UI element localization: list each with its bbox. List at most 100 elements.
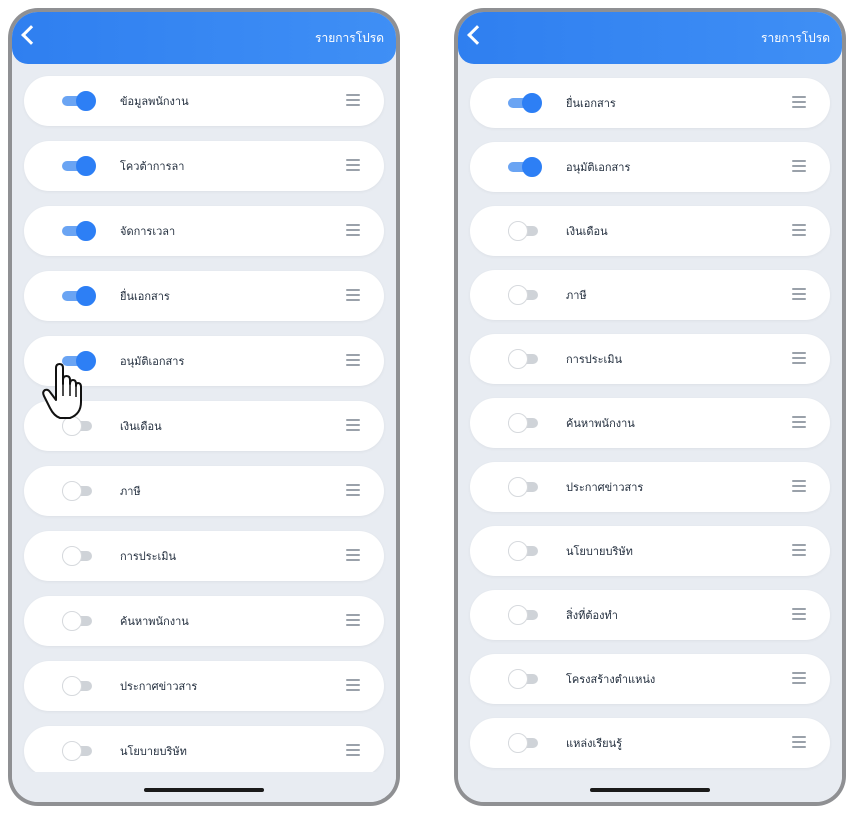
toggle-knob: [76, 91, 96, 111]
list-item[interactable]: โครงสร้างตำแหน่ง: [470, 654, 830, 704]
list-item[interactable]: เงินเดือน: [470, 206, 830, 256]
list-item[interactable]: ภาษี: [24, 466, 384, 516]
favorite-toggle[interactable]: [508, 285, 542, 305]
list-item[interactable]: ประกาศข่าวสาร: [24, 661, 384, 711]
list-item[interactable]: นโยบายบริษัท: [24, 726, 384, 776]
list-item-label: โครงสร้างตำแหน่ง: [566, 673, 656, 686]
drag-handle-icon[interactable]: [792, 672, 806, 684]
list-item-label: อนุมัติเอกสาร: [120, 355, 185, 368]
list-item[interactable]: การประเมิน: [24, 531, 384, 581]
favorite-toggle[interactable]: [62, 741, 96, 761]
toggle-knob: [522, 93, 542, 113]
favorite-toggle[interactable]: [62, 221, 96, 241]
hand-pointer-icon: [42, 363, 82, 419]
toggle-knob: [76, 156, 96, 176]
drag-handle-icon[interactable]: [346, 354, 360, 366]
drag-handle-icon[interactable]: [346, 614, 360, 626]
favorite-toggle[interactable]: [508, 221, 542, 241]
favorite-toggle[interactable]: [62, 91, 96, 111]
toggle-knob: [62, 546, 82, 566]
home-indicator: [144, 788, 264, 792]
chevron-left-icon[interactable]: [21, 25, 41, 45]
favorite-toggle[interactable]: [508, 413, 542, 433]
drag-handle-icon[interactable]: [346, 94, 360, 106]
list-item-label: สิ่งที่ต้องทำ: [566, 609, 618, 622]
drag-handle-icon[interactable]: [346, 224, 360, 236]
drag-handle-icon[interactable]: [792, 544, 806, 556]
app-header: รายการโปรด: [458, 12, 842, 64]
drag-handle-icon[interactable]: [792, 160, 806, 172]
header-title: รายการโปรด: [315, 31, 384, 45]
list-item-label: นโยบายบริษัท: [566, 545, 633, 558]
toggle-knob: [508, 285, 528, 305]
list-item-label: การประเมิน: [566, 353, 623, 366]
favorite-toggle[interactable]: [62, 546, 96, 566]
toggle-knob: [508, 221, 528, 241]
favorite-toggle[interactable]: [508, 93, 542, 113]
favorite-toggle[interactable]: [62, 611, 96, 631]
drag-handle-icon[interactable]: [792, 288, 806, 300]
list-item[interactable]: สิ่งที่ต้องทำ: [470, 590, 830, 640]
favorite-toggle[interactable]: [508, 157, 542, 177]
list-item-label: เงินเดือน: [120, 420, 162, 433]
list-item[interactable]: ยื่นเอกสาร: [24, 271, 384, 321]
drag-handle-icon[interactable]: [346, 159, 360, 171]
drag-handle-icon[interactable]: [792, 96, 806, 108]
favorite-toggle[interactable]: [508, 477, 542, 497]
drag-handle-icon[interactable]: [346, 484, 360, 496]
list-item-label: ประกาศข่าวสาร: [120, 680, 198, 693]
list-item-label: ค้นหาพนักงาน: [566, 417, 635, 430]
drag-handle-icon[interactable]: [792, 416, 806, 428]
favorite-toggle[interactable]: [508, 669, 542, 689]
list-item[interactable]: ยื่นเอกสาร: [470, 78, 830, 128]
favorite-toggle[interactable]: [508, 733, 542, 753]
favorite-toggle[interactable]: [508, 349, 542, 369]
list-item-label: ค้นหาพนักงาน: [120, 615, 189, 628]
drag-handle-icon[interactable]: [792, 608, 806, 620]
favorite-toggle[interactable]: [508, 605, 542, 625]
favorite-toggle[interactable]: [62, 156, 96, 176]
list-item-label: อนุมัติเอกสาร: [566, 161, 631, 174]
drag-handle-icon[interactable]: [346, 679, 360, 691]
favorite-toggle[interactable]: [508, 541, 542, 561]
app-header: รายการโปรด: [12, 12, 396, 64]
list-item[interactable]: โควต้าการลา: [24, 141, 384, 191]
list-item[interactable]: ประกาศข่าวสาร: [470, 462, 830, 512]
list-item[interactable]: นโยบายบริษัท: [470, 526, 830, 576]
drag-handle-icon[interactable]: [346, 549, 360, 561]
list-item-label: นโยบายบริษัท: [120, 745, 187, 758]
toggle-knob: [508, 605, 528, 625]
drag-handle-icon[interactable]: [792, 736, 806, 748]
toggle-knob: [508, 413, 528, 433]
phone-frame-right: ยื่นเอกสารอนุมัติเอกสารเงินเดือนภาษีการป…: [454, 8, 846, 806]
toggle-knob: [76, 286, 96, 306]
list-item[interactable]: ค้นหาพนักงาน: [24, 596, 384, 646]
list-item-label: ภาษี: [566, 289, 587, 302]
list-item[interactable]: ภาษี: [470, 270, 830, 320]
list-item[interactable]: ข้อมูลพนักงาน: [24, 76, 384, 126]
chevron-left-icon[interactable]: [467, 25, 487, 45]
toggle-knob: [62, 741, 82, 761]
drag-handle-icon[interactable]: [792, 352, 806, 364]
list-item[interactable]: อนุมัติเอกสาร: [470, 142, 830, 192]
list-item[interactable]: ค้นหาพนักงาน: [470, 398, 830, 448]
list-item[interactable]: การประเมิน: [470, 334, 830, 384]
toggle-knob: [508, 541, 528, 561]
bottom-bar: [12, 772, 396, 802]
drag-handle-icon[interactable]: [792, 224, 806, 236]
list-item[interactable]: จัดการเวลา: [24, 206, 384, 256]
list-item-label: ยื่นเอกสาร: [120, 290, 170, 303]
list-item-label: เงินเดือน: [566, 225, 608, 238]
drag-handle-icon[interactable]: [346, 419, 360, 431]
drag-handle-icon[interactable]: [792, 480, 806, 492]
favorite-toggle[interactable]: [62, 676, 96, 696]
toggle-knob: [508, 733, 528, 753]
toggle-knob: [76, 221, 96, 241]
favorite-toggle[interactable]: [62, 286, 96, 306]
favorite-toggle[interactable]: [62, 481, 96, 501]
drag-handle-icon[interactable]: [346, 289, 360, 301]
list-item[interactable]: แหล่งเรียนรู้: [470, 718, 830, 768]
home-indicator: [590, 788, 710, 792]
list-item-label: การประเมิน: [120, 550, 177, 563]
drag-handle-icon[interactable]: [346, 744, 360, 756]
